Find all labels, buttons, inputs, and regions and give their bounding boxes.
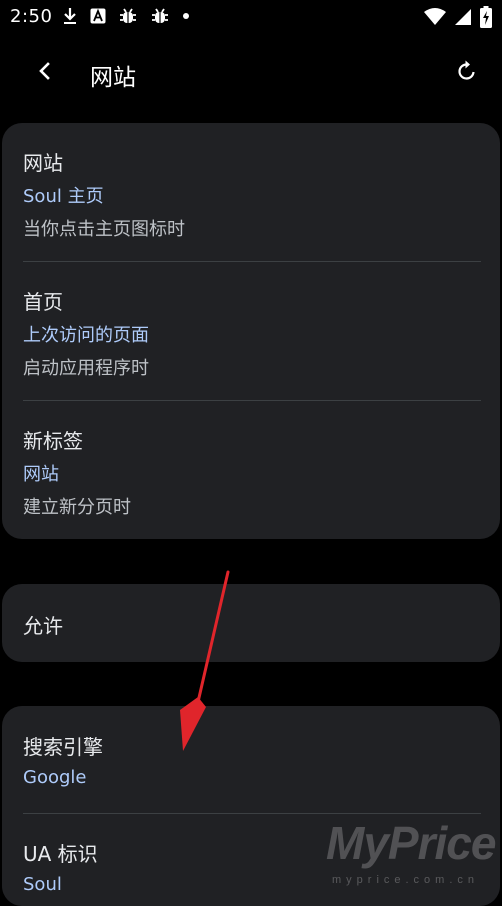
watermark: MyPrice myprice.com.cn [326, 816, 502, 892]
battery-charging-icon [480, 6, 492, 28]
bug-icon [118, 6, 138, 26]
watermark-brand: MyPrice [326, 817, 496, 869]
setting-value: Soul 主页 [23, 186, 104, 207]
setting-value: 网站 [23, 464, 59, 485]
page-title: 网站 [90, 65, 136, 91]
annotation-arrow-icon [170, 565, 240, 765]
setting-title: UA 标识 [23, 842, 98, 866]
homepage-settings-card: 网站 Soul 主页 当你点击主页图标时 首页 上次访问的页面 启动应用程序时 … [2, 123, 500, 539]
setting-title: 网站 [23, 151, 63, 175]
setting-website[interactable]: 网站 Soul 主页 当你点击主页图标时 [2, 123, 500, 261]
back-button[interactable] [30, 58, 60, 88]
setting-title: 新标签 [23, 429, 83, 453]
setting-title: 搜索引擎 [23, 735, 103, 759]
setting-search-engine[interactable]: 搜索引擎 Google [2, 706, 500, 813]
status-notification-icons [62, 6, 190, 26]
status-bar: 2:50 [0, 0, 502, 36]
setting-value: Google [23, 767, 87, 788]
setting-summary: 建立新分页时 [23, 497, 131, 518]
status-system-icons [424, 6, 492, 28]
setting-new-tab[interactable]: 新标签 网站 建立新分页时 [2, 401, 500, 539]
permissions-card: 允许 [2, 584, 500, 662]
setting-summary: 启动应用程序时 [23, 358, 149, 379]
watermark-site: myprice.com.cn [332, 874, 480, 886]
setting-home[interactable]: 首页 上次访问的页面 启动应用程序时 [2, 262, 500, 400]
setting-title: 允许 [23, 614, 63, 638]
a-app-icon [90, 8, 106, 24]
signal-icon [454, 8, 472, 26]
dot-icon [182, 12, 190, 20]
setting-summary: 当你点击主页图标时 [23, 219, 185, 240]
setting-value: 上次访问的页面 [23, 325, 149, 346]
app-bar: 网站 [0, 46, 502, 102]
refresh-icon [455, 59, 479, 87]
bug-icon [150, 6, 170, 26]
status-time: 2:50 [10, 6, 53, 27]
setting-title: 首页 [23, 290, 63, 314]
wifi-icon [424, 8, 446, 26]
download-icon [62, 7, 78, 25]
setting-allow[interactable]: 允许 [2, 584, 500, 662]
reset-button[interactable] [452, 58, 482, 88]
chevron-left-icon [37, 61, 53, 85]
